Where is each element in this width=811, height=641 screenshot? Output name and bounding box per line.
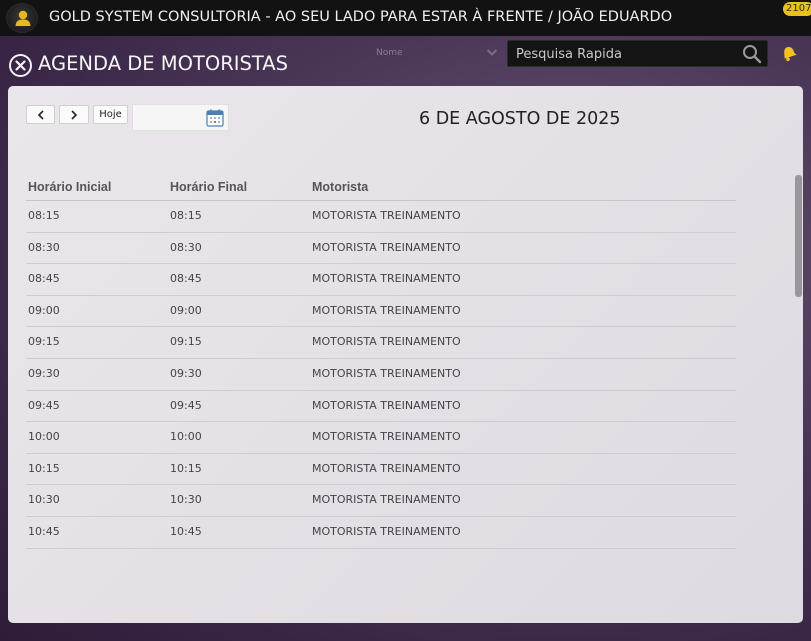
cell-driver: MOTORISTA TREINAMENTO xyxy=(312,493,461,507)
cell-end-time: 09:45 xyxy=(170,398,202,412)
cell-driver: MOTORISTA TREINAMENTO xyxy=(312,461,461,475)
search-input[interactable] xyxy=(516,45,736,63)
notification-count-badge[interactable]: 2107 xyxy=(783,2,811,16)
cell-driver: MOTORISTA TREINAMENTO xyxy=(312,272,461,286)
cell-start-time: 08:15 xyxy=(28,209,60,222)
calendar-icon[interactable] xyxy=(206,109,224,127)
date-picker-field[interactable] xyxy=(132,104,229,131)
column-header-start-time[interactable]: Horário Inicial xyxy=(28,180,111,194)
today-button[interactable]: Hoje xyxy=(93,105,128,124)
cell-driver: MOTORISTA TREINAMENTO xyxy=(312,524,461,538)
table-row[interactable]: 08:30 08:30 MOTORISTA TREINAMENTO xyxy=(26,233,736,265)
chevron-right-icon xyxy=(71,109,78,120)
chevron-left-icon xyxy=(37,109,44,120)
user-silhouette-icon xyxy=(15,10,31,26)
cell-end-time: 10:15 xyxy=(170,461,202,475)
cell-end-time: 09:15 xyxy=(170,335,202,349)
schedule-table: Horário Inicial Horário Final Motorista … xyxy=(26,176,736,549)
table-row[interactable]: 10:45 10:45 MOTORISTA TREINAMENTO xyxy=(26,517,736,549)
table-row[interactable]: 08:45 08:45 MOTORISTA TREINAMENTO xyxy=(26,264,736,296)
cell-end-time: 08:30 xyxy=(170,240,202,254)
search-field-select[interactable]: Nome xyxy=(372,43,500,63)
cell-start-time: 10:15 xyxy=(28,461,60,475)
cell-start-time: 08:30 xyxy=(28,240,60,254)
cell-start-time: 09:15 xyxy=(28,335,60,349)
previous-day-button[interactable] xyxy=(26,105,55,124)
vertical-scrollbar[interactable] xyxy=(795,175,802,297)
cell-driver: MOTORISTA TREINAMENTO xyxy=(312,335,461,349)
cell-end-time: 08:15 xyxy=(170,209,202,222)
column-header-driver[interactable]: Motorista xyxy=(312,180,368,194)
page-title: AGENDA DE MOTORISTAS xyxy=(38,52,288,75)
next-day-button[interactable] xyxy=(59,105,89,124)
close-page-button[interactable] xyxy=(9,54,32,77)
cell-start-time: 10:00 xyxy=(28,430,60,444)
agenda-panel: Hoje 6 DE AGOSTO DE 2025 Horário Inicial… xyxy=(8,86,803,623)
cell-driver: MOTORISTA TREINAMENTO xyxy=(312,430,461,444)
cell-end-time: 08:45 xyxy=(170,272,202,286)
cell-end-time: 10:45 xyxy=(170,524,202,538)
table-row[interactable]: 08:15 08:15 MOTORISTA TREINAMENTO xyxy=(26,201,736,233)
user-avatar[interactable] xyxy=(6,3,38,33)
cell-driver: MOTORISTA TREINAMENTO xyxy=(312,366,461,380)
cell-start-time: 09:30 xyxy=(28,366,60,380)
table-row[interactable]: 10:30 10:30 MOTORISTA TREINAMENTO xyxy=(26,485,736,517)
select-value: Nome xyxy=(376,48,403,58)
cell-driver: MOTORISTA TREINAMENTO xyxy=(312,303,461,317)
cell-start-time: 10:45 xyxy=(28,524,60,538)
cell-start-time: 09:00 xyxy=(28,303,60,317)
app-title: GOLD SYSTEM CONSULTORIA - AO SEU LADO PA… xyxy=(49,9,673,25)
table-row[interactable]: 09:45 09:45 MOTORISTA TREINAMENTO xyxy=(26,391,736,423)
table-row[interactable]: 10:00 10:00 MOTORISTA TREINAMENTO xyxy=(26,422,736,454)
cell-driver: MOTORISTA TREINAMENTO xyxy=(312,240,461,254)
chevron-down-icon xyxy=(486,49,498,56)
search-icon[interactable] xyxy=(742,44,762,64)
cell-end-time: 10:00 xyxy=(170,430,202,444)
cell-end-time: 09:30 xyxy=(170,366,202,380)
cell-driver: MOTORISTA TREINAMENTO xyxy=(312,209,461,222)
table-row[interactable]: 09:30 09:30 MOTORISTA TREINAMENTO xyxy=(26,359,736,391)
close-icon xyxy=(15,60,26,71)
cell-end-time: 10:30 xyxy=(170,493,202,507)
table-body: 08:15 08:15 MOTORISTA TREINAMENTO 08:30 08:3… xyxy=(26,201,736,549)
cell-start-time: 10:30 xyxy=(28,493,60,507)
table-row[interactable]: 10:15 10:15 MOTORISTA TREINAMENTO xyxy=(26,454,736,486)
column-header-end-time[interactable]: Horário Final xyxy=(170,180,247,194)
quick-search-box[interactable] xyxy=(507,40,768,67)
cell-end-time: 09:00 xyxy=(170,303,202,317)
bell-icon[interactable] xyxy=(779,44,799,62)
cell-start-time: 08:45 xyxy=(28,272,60,286)
cell-driver: MOTORISTA TREINAMENTO xyxy=(312,398,461,412)
table-row[interactable]: 09:15 09:15 MOTORISTA TREINAMENTO xyxy=(26,327,736,359)
top-bar: GOLD SYSTEM CONSULTORIA - AO SEU LADO PA… xyxy=(0,0,811,36)
table-row[interactable]: 09:00 09:00 MOTORISTA TREINAMENTO xyxy=(26,296,736,328)
table-header: Horário Inicial Horário Final Motorista xyxy=(26,176,736,201)
current-date-heading: 6 DE AGOSTO DE 2025 xyxy=(419,109,621,129)
cell-start-time: 09:45 xyxy=(28,398,60,412)
